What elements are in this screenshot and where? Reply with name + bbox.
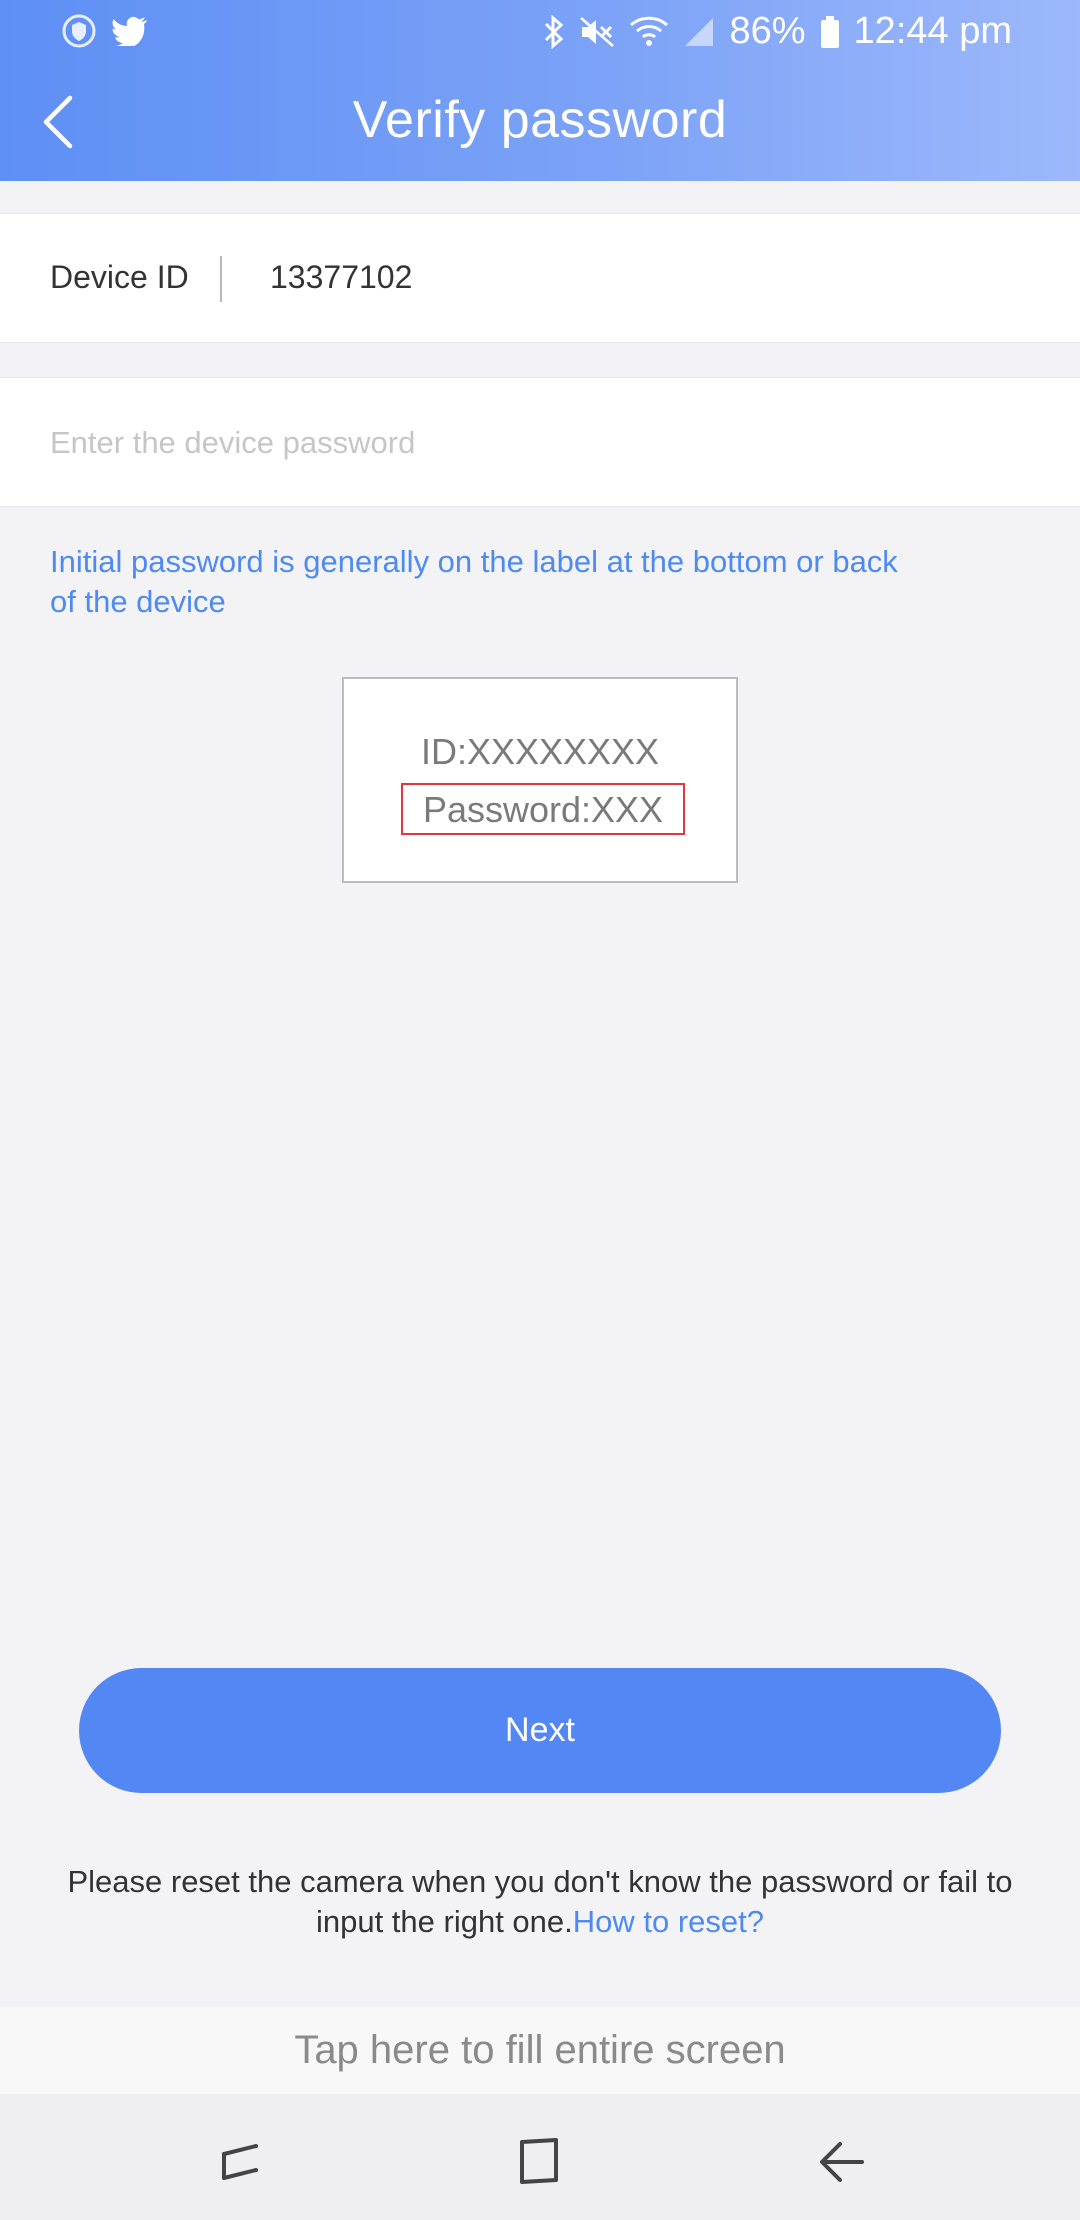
reset-note: Please reset the camera when you don't k… xyxy=(60,1862,1020,1942)
device-password-input[interactable] xyxy=(50,408,1030,478)
device-label-illustration: ID:XXXXXXXX Password:XXX xyxy=(342,677,738,883)
vpn-shield-icon xyxy=(62,14,96,48)
how-to-reset-link[interactable]: How to reset? xyxy=(573,1904,764,1939)
status-right-icons: 86% 12:44 pm xyxy=(543,10,1012,53)
signal-icon xyxy=(683,16,715,48)
system-back-button[interactable] xyxy=(812,2134,872,2190)
next-button[interactable]: Next xyxy=(79,1668,1001,1793)
back-icon xyxy=(820,2142,864,2182)
label-password-text: Password:XXX xyxy=(422,789,664,830)
home-icon xyxy=(520,2138,558,2184)
bluetooth-icon xyxy=(543,14,565,49)
recents-icon xyxy=(222,2144,258,2180)
device-id-row: Device ID 13377102 xyxy=(0,213,1080,343)
label-id-text: ID:XXXXXXXX xyxy=(420,731,660,772)
status-left-icons xyxy=(62,14,148,48)
password-hint: Initial password is generally on the lab… xyxy=(50,544,898,619)
mute-icon xyxy=(579,15,615,49)
password-highlight-box: Password:XXX xyxy=(401,783,685,835)
home-button[interactable] xyxy=(510,2134,570,2190)
system-nav-bar xyxy=(0,2094,1080,2220)
clock-time: 12:44 pm xyxy=(853,10,1012,52)
password-row xyxy=(0,377,1080,507)
fill-screen-bar[interactable]: Tap here to fill entire screen xyxy=(0,2007,1080,2094)
battery-percent: 86% xyxy=(729,10,806,52)
battery-icon xyxy=(820,15,840,49)
recents-button[interactable] xyxy=(208,2134,268,2190)
device-id-label: Device ID xyxy=(50,259,189,295)
reset-note-text: Please reset the camera when you don't k… xyxy=(67,1864,1013,1939)
page-title: Verify password xyxy=(352,91,728,149)
app-header: 86% 12:44 pm Verify password xyxy=(0,0,1080,181)
field-divider xyxy=(220,256,222,302)
device-id-value: 13377102 xyxy=(270,259,413,295)
wifi-icon xyxy=(629,15,669,49)
status-bar: 86% 12:44 pm xyxy=(0,0,1080,66)
twitter-icon xyxy=(112,16,148,46)
